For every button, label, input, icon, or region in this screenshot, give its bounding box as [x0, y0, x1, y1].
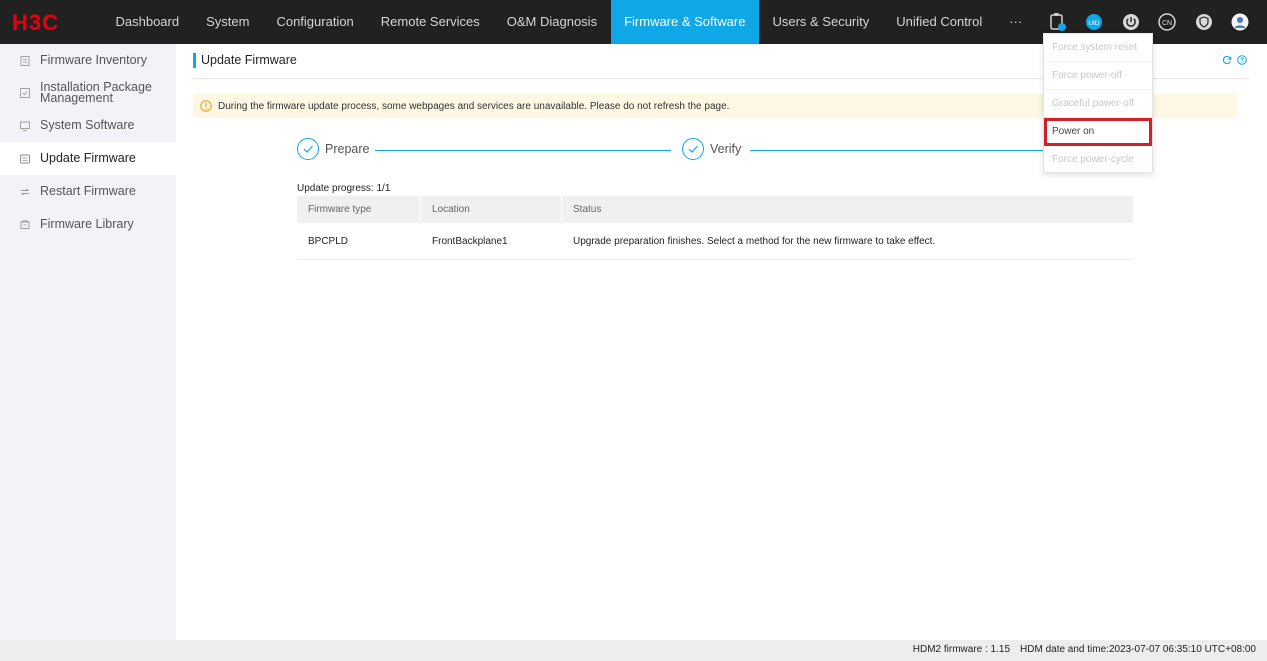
check-icon: [682, 138, 704, 160]
status-footer: HDM2 firmware : 1.15 HDM date and time:20…: [0, 640, 1267, 661]
sidebar-item-firmware-library[interactable]: Firmware Library: [0, 208, 176, 241]
table-cell: Upgrade preparation finishes. Select a m…: [573, 236, 936, 247]
nav-system[interactable]: System: [193, 0, 263, 44]
sidebar-item-system-software[interactable]: System Software: [0, 109, 176, 142]
warning-icon: [200, 100, 212, 112]
sidebar-item-firmware-inventory[interactable]: Firmware Inventory: [0, 44, 176, 77]
table-cell: FrontBackplane1: [432, 236, 508, 247]
firmware-version: HDM2 firmware : 1.15: [912, 644, 1011, 655]
step-prepare: Prepare: [297, 138, 369, 160]
table-row: BPCPLD FrontBackplane1 Upgrade preparati…: [297, 223, 1133, 260]
nav-remote-services[interactable]: Remote Services: [367, 0, 493, 44]
main-nav: Dashboard System Configuration Remote Se…: [102, 0, 1036, 44]
shield-icon[interactable]: [1193, 11, 1215, 33]
nav-firmware-software[interactable]: Firmware & Software: [610, 0, 759, 44]
column-header: Firmware type: [297, 196, 421, 223]
menu-item-force-power-off[interactable]: Force power-off: [1044, 62, 1152, 90]
sidebar-item-update-firmware[interactable]: Update Firmware: [0, 142, 176, 175]
sidebar-item-label: Firmware Library: [40, 217, 134, 231]
restart-icon: [20, 188, 30, 195]
language-icon[interactable]: CN: [1156, 11, 1178, 33]
nav-users-security[interactable]: Users & Security: [759, 0, 883, 44]
column-header: Location: [421, 196, 562, 223]
sidebar-item-label: Restart Firmware: [40, 184, 136, 198]
library-icon: [20, 219, 30, 229]
notice-text: During the firmware update process, some…: [218, 100, 730, 112]
user-avatar-icon[interactable]: [1229, 11, 1251, 33]
nav-om-diagnosis[interactable]: O&M Diagnosis: [493, 0, 610, 44]
refresh-icon[interactable]: [1222, 55, 1232, 65]
table-header: Firmware type Location Status: [297, 196, 1133, 223]
sidebar-item-installation-package[interactable]: Installation Package Management: [0, 77, 176, 109]
sidebar-item-label: System Software: [40, 118, 135, 132]
nav-unified-control[interactable]: Unified Control: [883, 0, 996, 44]
nav-more[interactable]: ···: [996, 0, 1036, 44]
step-connector: [750, 150, 1057, 151]
footer-info: HDM2 firmware : 1.15 HDM date and time:20…: [913, 644, 1256, 655]
table-cell: BPCPLD: [308, 236, 349, 247]
package-icon: [20, 88, 30, 98]
device-datetime: HDM date and time:2023-07-07 06:35:10 UT…: [1020, 644, 1256, 655]
help-icon[interactable]: [1237, 55, 1247, 65]
step-verify: Verify: [682, 138, 741, 160]
uid-badge-text: UID: [1088, 20, 1100, 27]
sidebar: Firmware Inventory Installation Package …: [0, 44, 176, 640]
check-icon: [297, 138, 319, 160]
h3c-logo: H3C: [12, 11, 59, 33]
update-icon: [20, 154, 30, 163]
menu-item-force-system-reset[interactable]: Force system reset: [1044, 34, 1152, 62]
step-label: Verify: [710, 142, 742, 156]
menu-item-power-on[interactable]: Power on: [1044, 118, 1152, 146]
uid-indicator-icon[interactable]: UID: [1083, 11, 1105, 33]
nav-configuration[interactable]: Configuration: [263, 0, 367, 44]
sidebar-item-restart-firmware[interactable]: Restart Firmware: [0, 175, 176, 208]
language-text: CN: [1162, 20, 1172, 27]
sidebar-item-label: Firmware Inventory: [40, 53, 147, 67]
power-icon[interactable]: [1120, 11, 1142, 33]
clipboard-icon[interactable]: [1047, 11, 1069, 33]
menu-item-graceful-power-off[interactable]: Graceful power-off: [1044, 90, 1152, 118]
update-steps: Prepare Verify: [297, 138, 1057, 162]
page-header-actions: [1222, 55, 1247, 65]
list-icon: [20, 55, 30, 66]
monitor-icon: [20, 121, 30, 131]
page-title: Update Firmware: [193, 53, 297, 68]
menu-item-force-power-cycle[interactable]: Force power-cycle: [1044, 146, 1152, 174]
step-label: Prepare: [325, 142, 370, 156]
firmware-table: Firmware type Location Status BPCPLD Fro…: [297, 196, 1133, 260]
update-progress: Update progress: 1/1: [297, 183, 391, 194]
sidebar-item-label: Update Firmware: [40, 151, 136, 165]
nav-dashboard[interactable]: Dashboard: [102, 0, 193, 44]
sidebar-item-label: Installation Package Management: [40, 80, 152, 105]
power-menu: Force system reset Force power-off Grace…: [1043, 33, 1153, 173]
step-connector: [375, 150, 671, 151]
logo-text: H3C: [12, 11, 59, 33]
top-icon-group: UID CN: [1032, 11, 1251, 33]
column-header: Status: [573, 204, 602, 215]
